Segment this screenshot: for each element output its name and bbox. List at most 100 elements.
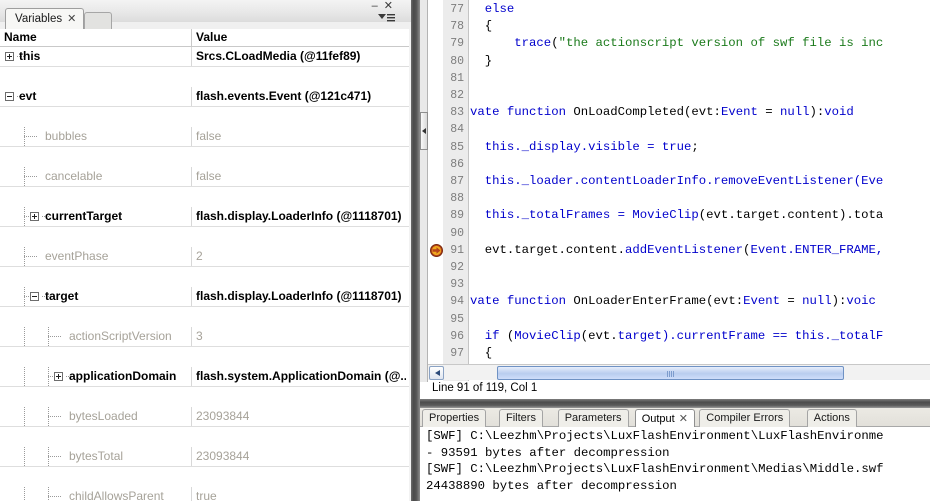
code-line[interactable]: if (MovieClip(evt.target).currentFrame =… — [470, 328, 884, 343]
variable-row[interactable]: eventPhase 2 — [0, 247, 409, 267]
scrollbar-thumb[interactable] — [497, 366, 844, 380]
line-number: 84 — [450, 123, 464, 137]
variable-value: true — [196, 489, 217, 501]
right-pane: 77 78 79 80 81 82 83 84 85 86 87 88 89 90 91 92 93 94 95 96… — [420, 0, 930, 501]
code-line[interactable]: vate function OnLoaderEnterFrame(evt:Eve… — [470, 295, 876, 308]
cell-divider — [191, 447, 192, 466]
tab-variables-close-icon[interactable]: ✕ — [67, 13, 76, 25]
code-token: vate — [470, 294, 500, 309]
collapse-arrow-icon — [422, 128, 426, 134]
output-tab-label: Output — [641, 413, 675, 425]
variable-row[interactable]: evt flash.events.Event (@121c471) — [0, 87, 409, 107]
code-line[interactable]: this._totalFrames = MovieClip(evt.target… — [470, 208, 884, 223]
editor-horizontal-scrollbar[interactable] — [428, 364, 930, 380]
expand-icon[interactable] — [5, 52, 14, 61]
tree-guide-line — [48, 456, 62, 457]
variable-name: bytesTotal — [69, 449, 124, 463]
variable-value: false — [196, 129, 222, 143]
expand-icon[interactable] — [54, 372, 63, 381]
code-line[interactable]: { — [470, 347, 492, 360]
variable-name: applicationDomain — [69, 369, 177, 383]
output-line: [SWF] C:\Leezhm\Projects\LuxFlashEnviron… — [426, 462, 884, 477]
code-line[interactable]: vate function OnLoadCompleted(evt:Event … — [470, 106, 854, 119]
output-tab-filters[interactable]: Filters — [499, 409, 543, 427]
variable-name: eventPhase — [45, 249, 109, 263]
column-divider[interactable] — [191, 29, 192, 46]
tree-guide-line — [48, 416, 62, 417]
variable-row[interactable]: target flash.display.LoaderInfo (@1118701… — [0, 287, 409, 307]
code-token: true — [661, 139, 692, 154]
variables-tree[interactable]: this Srcs.CLoadMedia (@11fef89) evt flash.e… — [0, 47, 409, 501]
code-token: ): — [809, 105, 825, 120]
variable-name: currentTarget — [45, 209, 123, 223]
variable-row[interactable]: cancelable false — [0, 167, 409, 187]
output-tab-close-icon[interactable]: ✕ — [679, 413, 688, 425]
code-editor[interactable]: 77 78 79 80 81 82 83 84 85 86 87 88 89 90 91 92 93 94 95 96… — [420, 0, 930, 398]
cell-divider — [191, 127, 192, 146]
breakpoint-gutter[interactable] — [429, 0, 443, 382]
output-log[interactable]: [SWF] C:\Leezhm\Projects\LuxFlashEnviron… — [420, 427, 930, 501]
tree-guide-line — [24, 487, 25, 501]
code-token: ._totalFrames = — [514, 208, 633, 223]
code-token: Event — [750, 242, 788, 257]
line-number: 92 — [450, 261, 464, 274]
tree-guide-line — [24, 127, 25, 147]
code-token: null — [779, 105, 810, 120]
expand-icon[interactable] — [30, 212, 39, 221]
variable-name: bubbles — [45, 129, 88, 143]
variable-row[interactable]: actionScriptVersion 3 — [0, 327, 409, 347]
code-line[interactable]: { — [470, 20, 492, 33]
code-line[interactable]: this._loader.contentLoaderInfo.removeEve… — [470, 175, 884, 188]
code-text-area[interactable]: else { trace("the actionscript version o… — [470, 0, 930, 382]
output-tab-properties[interactable]: Properties — [422, 409, 487, 427]
line-number: 85 — [450, 140, 464, 154]
line-number: 81 — [450, 71, 464, 85]
tree-guide-line — [48, 367, 49, 387]
tree-guide-line — [24, 367, 25, 387]
output-tab-compiler-errors[interactable]: Compiler Errors — [699, 409, 791, 427]
variable-row[interactable]: bytesTotal 23093844 — [0, 447, 409, 467]
output-tab-actions[interactable]: Actions — [806, 409, 857, 427]
tree-guide-line — [24, 136, 38, 137]
code-token: else — [484, 2, 515, 16]
variables-tab-row: Variables ✕ — [0, 8, 411, 30]
tree-guide-line — [24, 407, 25, 427]
variable-value: 23093844 — [196, 449, 250, 463]
code-line[interactable]: } — [470, 54, 492, 68]
code-token: MovieClip — [514, 328, 581, 343]
variable-row[interactable]: bytesLoaded 23093844 — [0, 407, 409, 427]
output-tab-row[interactable]: Properties Filters Parameters Output ✕ Compil… — [420, 408, 930, 427]
collapse-panel-handle[interactable] — [420, 112, 428, 150]
code-token: ._totalF — [824, 328, 884, 343]
code-line[interactable]: trace("the actionscript version of swf f… — [470, 37, 883, 50]
code-line[interactable]: this._display.visible = true; — [470, 139, 699, 154]
code-token: (evt. — [580, 328, 618, 343]
code-line[interactable]: else — [470, 2, 515, 16]
variable-row[interactable]: this Srcs.CLoadMedia (@11fef89) — [0, 47, 409, 67]
tree-guide-line — [24, 207, 25, 227]
code-token: ): — [831, 294, 847, 309]
scroll-left-button[interactable] — [429, 366, 444, 380]
output-line: - 93591 bytes after decompression — [426, 445, 670, 460]
vertical-splitter[interactable] — [411, 0, 420, 501]
collapse-icon[interactable] — [30, 292, 39, 301]
variable-row[interactable]: childAllowsParent true — [0, 487, 409, 501]
code-token: this — [794, 328, 825, 343]
output-tab-output[interactable]: Output ✕ — [634, 409, 695, 427]
tree-guide-line — [24, 256, 38, 257]
variable-value: false — [196, 169, 222, 183]
editor-left-strip — [420, 0, 428, 382]
variable-row[interactable]: bubbles false — [0, 127, 409, 147]
tab-variables[interactable]: Variables ✕ — [5, 8, 85, 29]
variable-row[interactable]: applicationDomain flash.system.Applicatio… — [0, 367, 409, 387]
collapse-icon[interactable] — [5, 92, 14, 101]
tree-guide-line — [24, 176, 38, 177]
horizontal-splitter[interactable] — [420, 399, 930, 408]
output-tab-parameters[interactable]: Parameters — [557, 409, 629, 427]
code-token: voic — [846, 294, 876, 309]
code-token: ( — [499, 328, 515, 343]
code-line[interactable]: evt.target.content.addEventListener(Even… — [470, 242, 884, 257]
line-number: 96 — [450, 329, 464, 343]
variable-row[interactable]: currentTarget flash.display.LoaderInfo (@… — [0, 207, 409, 227]
code-token: null — [802, 294, 832, 309]
